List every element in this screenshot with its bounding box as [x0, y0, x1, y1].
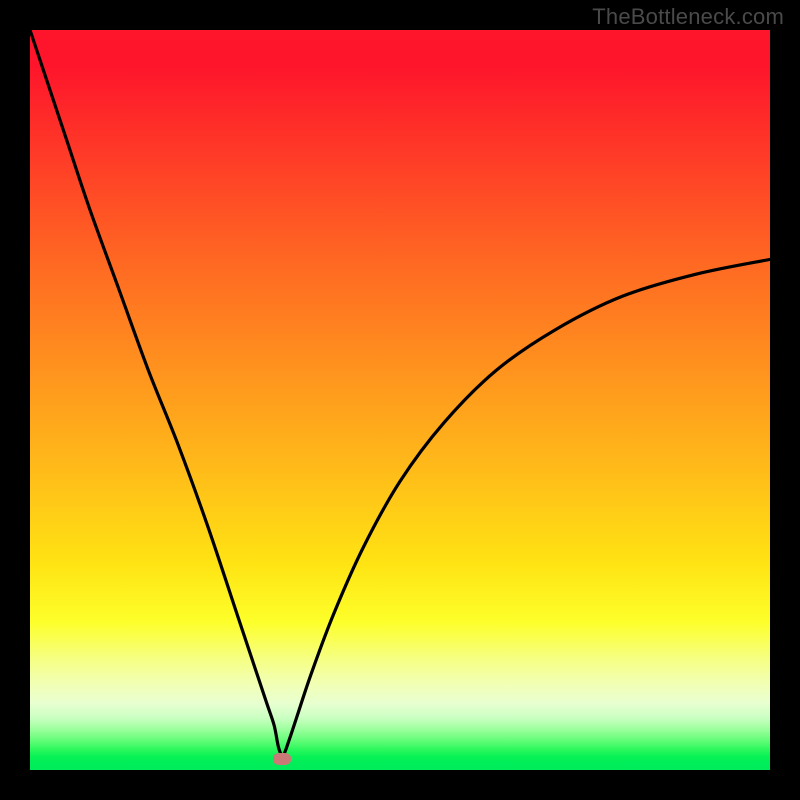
chart-stage: TheBottleneck.com — [0, 0, 800, 800]
curve-min-marker — [273, 753, 291, 765]
watermark-text: TheBottleneck.com — [592, 4, 784, 30]
bottleneck-curve — [30, 30, 770, 770]
plot-area — [30, 30, 770, 770]
